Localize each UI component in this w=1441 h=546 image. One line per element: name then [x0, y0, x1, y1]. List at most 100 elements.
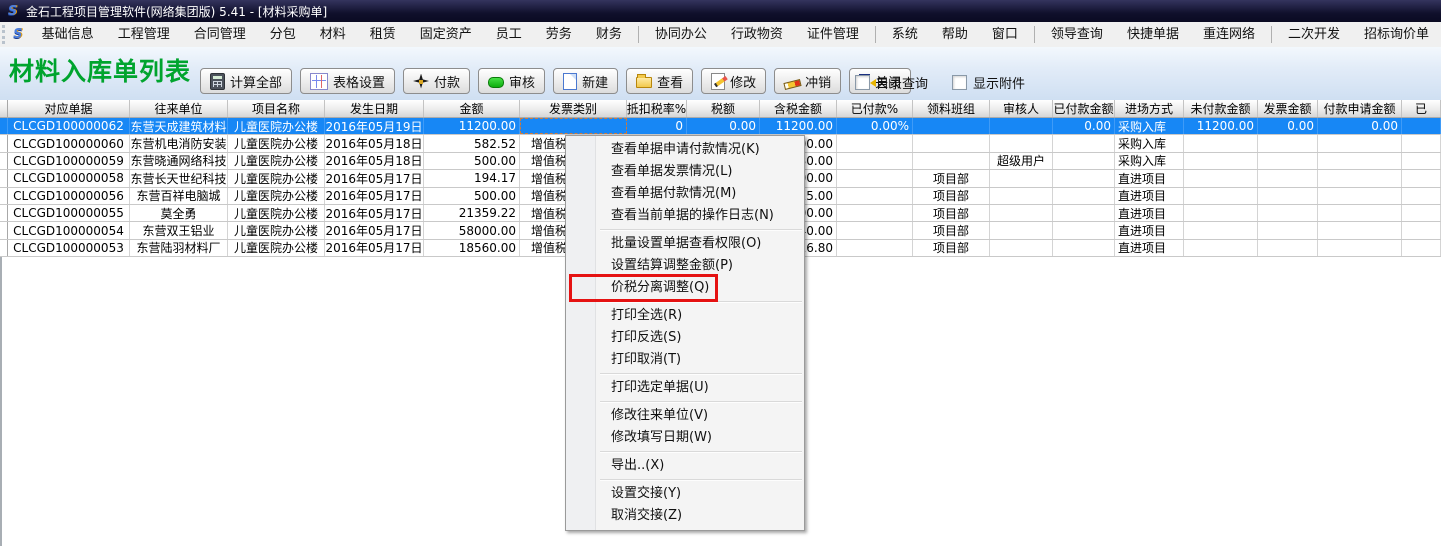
menubar-item-快捷单据[interactable]: 快捷单据	[1115, 22, 1191, 47]
table-cell[interactable]: 采购入库	[1115, 135, 1184, 151]
table-cell[interactable]: 194.17	[424, 170, 520, 186]
menubar-item-帮助[interactable]: 帮助	[930, 22, 980, 47]
modify-button[interactable]: 修改	[701, 68, 766, 94]
table-cell[interactable]: CLCGD100000053	[8, 240, 130, 256]
menubar-item-系统[interactable]: 系统	[880, 22, 930, 47]
table-cell[interactable]	[1318, 135, 1402, 151]
context-menu-item[interactable]: 设置结算调整金额(P)	[566, 255, 804, 277]
table-cell[interactable]: 儿童医院办公楼	[228, 118, 325, 134]
table-cell[interactable]: 2016年05月17日	[325, 170, 424, 186]
table-cell[interactable]	[0, 135, 8, 151]
table-cell[interactable]: 项目部	[913, 240, 990, 256]
table-row[interactable]: CLCGD100000062东营天成建筑材料儿童医院办公楼2016年05月19日…	[0, 118, 1441, 135]
table-cell[interactable]: 0.00	[1258, 118, 1318, 134]
table-cell[interactable]: 东营陆羽材料厂	[130, 240, 228, 256]
table-cell[interactable]	[1053, 135, 1115, 151]
table-cell[interactable]	[1318, 222, 1402, 238]
table-cell[interactable]	[990, 135, 1053, 151]
menubar-item-财务[interactable]: 财务	[584, 22, 634, 47]
table-cell[interactable]	[0, 205, 8, 221]
table-cell[interactable]: CLCGD100000054	[8, 222, 130, 238]
table-cell[interactable]	[990, 222, 1053, 238]
table-cell[interactable]: 东营晓通网络科技	[130, 153, 228, 169]
payment-button[interactable]: 付款	[403, 68, 470, 94]
table-cell[interactable]: 儿童医院办公楼	[228, 135, 325, 151]
context-menu-item[interactable]: 打印选定单据(U)	[566, 377, 804, 399]
table-cell[interactable]: 11200.00	[1184, 118, 1258, 134]
table-cell[interactable]	[1402, 170, 1441, 186]
menubar-item-员工[interactable]: 员工	[484, 22, 534, 47]
table-cell[interactable]: 东营天成建筑材料	[130, 118, 228, 134]
table-cell[interactable]	[1258, 170, 1318, 186]
table-cell[interactable]	[1184, 222, 1258, 238]
column-header-进场方式[interactable]: 进场方式	[1115, 100, 1184, 117]
column-header-项目名称[interactable]: 项目名称	[228, 100, 325, 117]
table-cell[interactable]	[1258, 240, 1318, 256]
table-cell[interactable]: 东营机电消防安装	[130, 135, 228, 151]
table-cell[interactable]	[1053, 153, 1115, 169]
table-cell[interactable]: 18560.00	[424, 240, 520, 256]
table-cell[interactable]	[1402, 118, 1441, 134]
table-cell[interactable]: 11200.00	[424, 118, 520, 134]
table-cell[interactable]: 直进项目	[1115, 205, 1184, 221]
column-header-未付款金额[interactable]: 未付款金额	[1184, 100, 1258, 117]
table-cell[interactable]: 儿童医院办公楼	[228, 170, 325, 186]
table-cell[interactable]: 儿童医院办公楼	[228, 222, 325, 238]
table-cell[interactable]: CLCGD100000059	[8, 153, 130, 169]
writeoff-button[interactable]: 冲销	[774, 68, 841, 94]
table-cell[interactable]: 项目部	[913, 205, 990, 221]
table-cell[interactable]: 直进项目	[1115, 240, 1184, 256]
table-cell[interactable]	[0, 240, 8, 256]
table-cell[interactable]	[837, 240, 913, 256]
menubar-item-窗口[interactable]: 窗口	[980, 22, 1030, 47]
table-cell[interactable]	[1258, 205, 1318, 221]
table-cell[interactable]: 直进项目	[1115, 170, 1184, 186]
table-cell[interactable]	[0, 222, 8, 238]
table-cell[interactable]	[1053, 222, 1115, 238]
menubar-item-基础信息[interactable]: 基础信息	[30, 22, 106, 47]
table-cell[interactable]	[913, 135, 990, 151]
table-cell[interactable]: 2016年05月17日	[325, 240, 424, 256]
menubar-item-合同管理[interactable]: 合同管理	[182, 22, 258, 47]
table-cell[interactable]: 2016年05月17日	[325, 205, 424, 221]
table-cell[interactable]	[1053, 240, 1115, 256]
menubar-item-工程管理[interactable]: 工程管理	[106, 22, 182, 47]
menubar-item-二次开发[interactable]: 二次开发	[1276, 22, 1352, 47]
table-cell[interactable]	[990, 205, 1053, 221]
context-menu-item[interactable]: 取消交接(Z)	[566, 505, 804, 527]
table-cell[interactable]	[1053, 170, 1115, 186]
table-cell[interactable]	[1402, 240, 1441, 256]
menubar-item-劳务[interactable]: 劳务	[534, 22, 584, 47]
table-cell[interactable]: 儿童医院办公楼	[228, 188, 325, 204]
table-cell[interactable]	[837, 222, 913, 238]
column-header-税额[interactable]: 税额	[687, 100, 760, 117]
column-header-已[interactable]: 已	[1402, 100, 1441, 117]
table-cell[interactable]	[1318, 188, 1402, 204]
table-cell[interactable]: 2016年05月19日	[325, 118, 424, 134]
menubar-item-行政物资[interactable]: 行政物资	[719, 22, 795, 47]
table-cell[interactable]: 500.00	[424, 188, 520, 204]
table-cell[interactable]: CLCGD100000062	[8, 118, 130, 134]
table-cell[interactable]	[1053, 188, 1115, 204]
table-cell[interactable]: 0.00	[687, 118, 760, 134]
table-cell[interactable]: 2016年05月17日	[325, 222, 424, 238]
table-cell[interactable]: CLCGD100000055	[8, 205, 130, 221]
table-cell[interactable]	[913, 118, 990, 134]
menubar-item-招标询价单[interactable]: 招标询价单	[1352, 22, 1441, 47]
table-cell[interactable]	[1318, 240, 1402, 256]
column-header-对应单据[interactable]: 对应单据	[8, 100, 130, 117]
table-cell[interactable]	[837, 135, 913, 151]
column-header-含税金额[interactable]: 含税金额	[760, 100, 837, 117]
calculate-all-button[interactable]: 计算全部	[200, 68, 292, 94]
column-header-领料班组[interactable]: 领料班组	[913, 100, 990, 117]
table-cell[interactable]	[1402, 135, 1441, 151]
table-cell[interactable]: 2016年05月18日	[325, 153, 424, 169]
table-cell[interactable]	[837, 205, 913, 221]
table-settings-button[interactable]: 表格设置	[300, 68, 395, 94]
table-cell[interactable]	[990, 170, 1053, 186]
context-menu-item[interactable]: 批量设置单据查看权限(O)	[566, 233, 804, 255]
table-cell[interactable]: 2016年05月18日	[325, 135, 424, 151]
table-cell[interactable]: CLCGD100000058	[8, 170, 130, 186]
column-header-金额[interactable]: 金额	[424, 100, 520, 117]
new-button[interactable]: 新建	[553, 68, 618, 94]
